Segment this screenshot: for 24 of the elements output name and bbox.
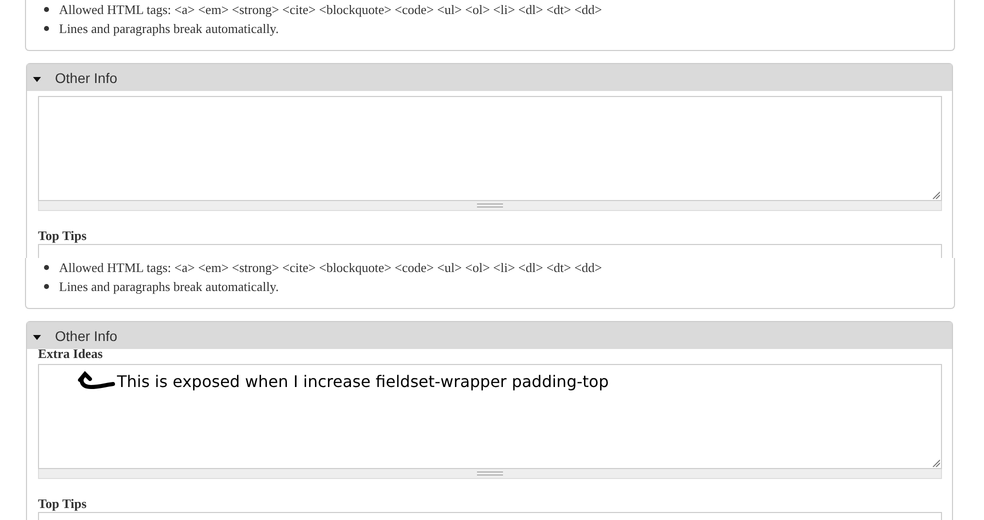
- resize-handle-icon[interactable]: [932, 191, 940, 199]
- text-area[interactable]: This is exposed when I increase fieldset-wrapper padding-top: [38, 364, 942, 469]
- bullet-icon: [44, 284, 49, 289]
- resize-grip[interactable]: [38, 469, 942, 479]
- field-label: Extra Ideas: [38, 349, 104, 363]
- resize-grip[interactable]: [38, 201, 942, 211]
- resize-handle-icon[interactable]: [932, 459, 940, 467]
- field-label: Top Tips: [38, 230, 88, 244]
- bullet-icon: [44, 7, 49, 12]
- tip-text: Allowed HTML tags: <a> <em> <strong> <cite> <blockquote> <code> <ul> <ol> <li> <dl> <dt> <dd>: [59, 1, 602, 19]
- section-header[interactable]: Other Info: [27, 64, 952, 91]
- section-header[interactable]: Other Info: [27, 322, 952, 349]
- caret-icon: [33, 334, 41, 340]
- caret-icon: [33, 76, 41, 82]
- tip-text: Allowed HTML tags: <a> <em> <strong> <cite> <blockquote> <code> <ul> <ol> <li> <dl> <dt> <dd>: [59, 259, 602, 277]
- annotation-text: This is exposed when I increase fieldset-wrapper padding-top: [117, 372, 609, 390]
- grip-lines-icon: [477, 471, 503, 476]
- grip-lines-icon: [477, 203, 503, 208]
- field-label: Top Tips: [38, 498, 88, 512]
- bullet-icon: [44, 26, 49, 31]
- tip-text: Lines and paragraphs break automatically.: [59, 20, 279, 38]
- tip-text: Lines and paragraphs break automatically.: [59, 278, 279, 296]
- curved-arrow-icon: [77, 371, 115, 391]
- bullet-icon: [44, 265, 49, 270]
